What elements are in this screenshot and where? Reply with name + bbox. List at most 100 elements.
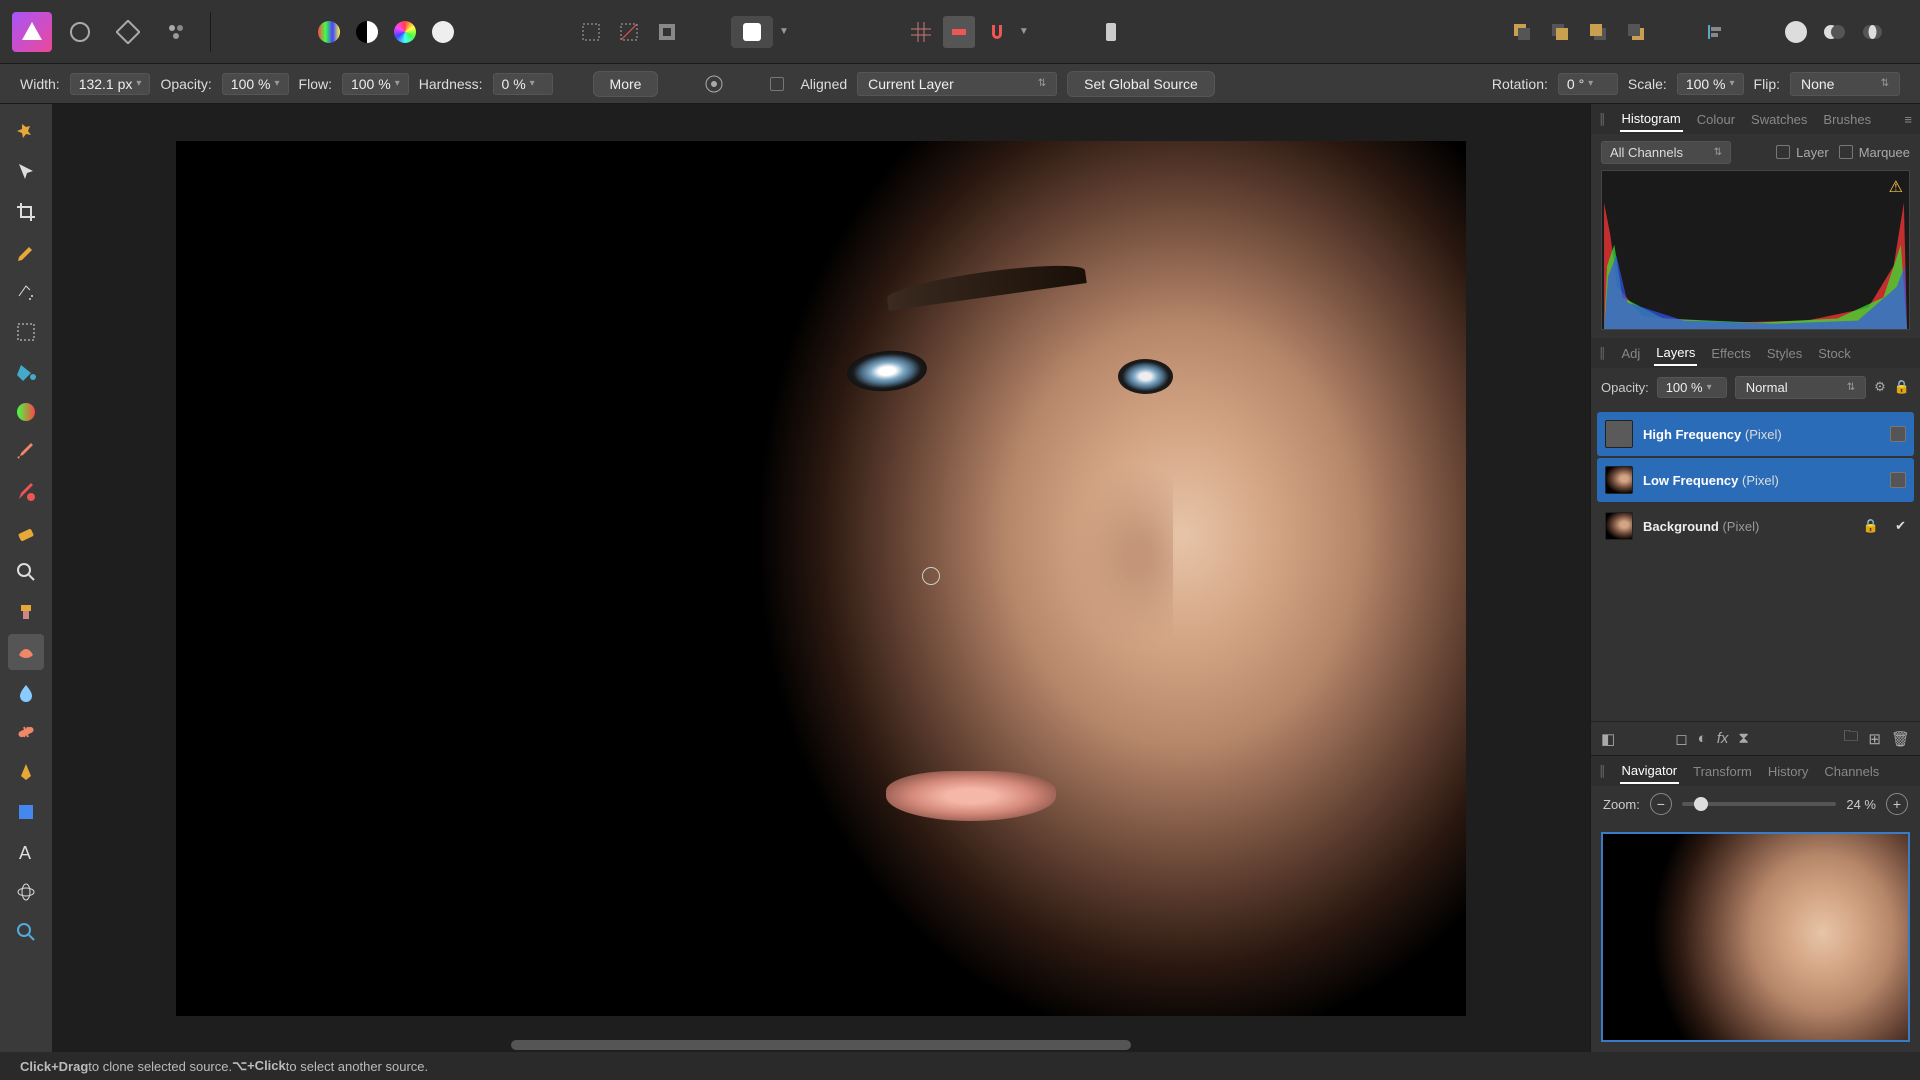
marquee-tool-icon[interactable] xyxy=(8,314,44,350)
add-layer-icon[interactable]: ⊞ xyxy=(1868,730,1881,748)
zoom-slider[interactable] xyxy=(1682,802,1837,806)
live-filter-icon[interactable]: ⧗ xyxy=(1738,730,1749,747)
add-icon[interactable] xyxy=(1780,16,1812,48)
fx-layer-icon[interactable]: fx xyxy=(1717,730,1729,747)
export-persona-icon[interactable] xyxy=(156,12,196,52)
zoom-in-button[interactable]: + xyxy=(1886,793,1908,815)
move-tool-icon[interactable] xyxy=(8,154,44,190)
opacity-field[interactable]: 100 %▾ xyxy=(222,73,289,95)
tab-navigator[interactable]: Navigator xyxy=(1620,759,1680,784)
layer-row[interactable]: Low Frequency (Pixel) xyxy=(1597,458,1914,502)
zoom-tool-icon[interactable] xyxy=(8,554,44,590)
tab-stock[interactable]: Stock xyxy=(1816,342,1853,365)
subtract-icon[interactable] xyxy=(1818,16,1850,48)
width-field[interactable]: 132.1 px▾ xyxy=(70,73,151,95)
marquee-checkbox[interactable] xyxy=(1839,145,1853,159)
chevron-down-icon[interactable]: ▼ xyxy=(779,26,789,37)
zoom-out-button[interactable]: − xyxy=(1650,793,1672,815)
layer-row[interactable]: High Frequency (Pixel) xyxy=(1597,412,1914,456)
blur-tool-icon[interactable] xyxy=(8,674,44,710)
erase-brush-tool-icon[interactable] xyxy=(8,514,44,550)
layer-row[interactable]: Background (Pixel) 🔒 ✔ xyxy=(1597,504,1914,548)
view-tool-icon[interactable] xyxy=(8,114,44,150)
rotation-field[interactable]: 0 °▾ xyxy=(1558,73,1618,95)
flood-fill-tool-icon[interactable] xyxy=(8,354,44,390)
mask-layer-icon[interactable]: ◻ xyxy=(1675,730,1687,748)
delete-layer-icon[interactable]: 🗑 xyxy=(1891,730,1910,748)
panel-grip-icon[interactable]: ∥ xyxy=(1599,345,1604,361)
arrange-backward-icon[interactable] xyxy=(1582,16,1614,48)
magnet-icon[interactable] xyxy=(981,16,1013,48)
auto-contrast-icon[interactable] xyxy=(351,16,383,48)
flip-select[interactable]: None⇅ xyxy=(1790,72,1900,96)
tab-effects[interactable]: Effects xyxy=(1709,342,1753,365)
arrange-forward-icon[interactable] xyxy=(1544,16,1576,48)
photo-persona-icon[interactable] xyxy=(12,12,52,52)
rectangle-tool-icon[interactable] xyxy=(8,794,44,830)
clone-brush-tool-icon[interactable] xyxy=(8,594,44,630)
scale-field[interactable]: 100 %▾ xyxy=(1677,73,1744,95)
colour-picker-tool-icon[interactable] xyxy=(8,914,44,950)
panel-menu-icon[interactable]: ≡ xyxy=(1904,112,1912,127)
tab-colour[interactable]: Colour xyxy=(1695,108,1737,131)
paint-brush-tool-icon[interactable] xyxy=(8,434,44,470)
pen-tool-icon[interactable] xyxy=(8,754,44,790)
tab-swatches[interactable]: Swatches xyxy=(1749,108,1809,131)
tab-transform[interactable]: Transform xyxy=(1691,760,1754,783)
crop-tool-icon[interactable] xyxy=(8,194,44,230)
histogram-channel-select[interactable]: All Channels⇅ xyxy=(1601,141,1731,164)
arrange-back-icon[interactable] xyxy=(1620,16,1652,48)
flood-select-tool-icon[interactable] xyxy=(8,274,44,310)
snap-icon[interactable] xyxy=(943,16,975,48)
adjustment-layer-icon[interactable]: ◐ xyxy=(1698,730,1707,747)
auto-white-balance-icon[interactable] xyxy=(427,16,459,48)
blend-mode-select[interactable]: Normal⇅ xyxy=(1735,376,1866,399)
gear-icon[interactable]: ⚙ xyxy=(1874,379,1886,395)
group-layers-icon[interactable]: 🗀 xyxy=(1843,726,1858,751)
check-icon[interactable]: ✔ xyxy=(1895,518,1906,534)
horizontal-scrollbar[interactable] xyxy=(511,1040,1131,1050)
chevron-down-icon[interactable]: ▼ xyxy=(1019,26,1029,37)
navigator-preview[interactable] xyxy=(1601,832,1910,1042)
visibility-checkbox[interactable] xyxy=(1890,472,1906,488)
inpainting-brush-tool-icon[interactable] xyxy=(8,714,44,750)
paint-mixer-brush-icon[interactable] xyxy=(8,474,44,510)
tab-channels[interactable]: Channels xyxy=(1822,760,1881,783)
visibility-checkbox[interactable] xyxy=(1890,426,1906,442)
intersect-icon[interactable] xyxy=(1856,16,1888,48)
more-button[interactable]: More xyxy=(593,71,659,97)
gradient-tool-icon[interactable] xyxy=(8,394,44,430)
hardness-field[interactable]: 0 %▾ xyxy=(493,73,553,95)
assistant-icon[interactable] xyxy=(1095,16,1127,48)
tab-brushes[interactable]: Brushes xyxy=(1821,108,1873,131)
selection-brush-tool-icon[interactable] xyxy=(8,234,44,270)
selection-deselect-icon[interactable] xyxy=(613,16,645,48)
tab-layers[interactable]: Layers xyxy=(1654,341,1697,366)
canvas[interactable] xyxy=(52,104,1590,1052)
flow-field[interactable]: 100 %▾ xyxy=(342,73,409,95)
lock-icon[interactable]: 🔒 xyxy=(1894,379,1910,395)
healing-brush-tool-icon[interactable] xyxy=(8,634,44,670)
quick-mask-icon[interactable] xyxy=(731,16,773,48)
tab-history[interactable]: History xyxy=(1766,760,1810,783)
panel-grip-icon[interactable]: ∥ xyxy=(1599,763,1604,779)
develop-persona-icon[interactable] xyxy=(108,12,148,52)
source-layer-select[interactable]: Current Layer⇅ xyxy=(857,72,1057,96)
layer-opacity-field[interactable]: 100 %▾ xyxy=(1657,377,1727,398)
arrange-front-icon[interactable] xyxy=(1506,16,1538,48)
tab-adjustments[interactable]: Adj xyxy=(1620,342,1643,365)
stabilizer-icon[interactable] xyxy=(698,68,730,100)
selection-rectangle-icon[interactable] xyxy=(575,16,607,48)
selection-invert-icon[interactable] xyxy=(651,16,683,48)
panel-grip-icon[interactable]: ∥ xyxy=(1599,111,1604,127)
set-global-source-button[interactable]: Set Global Source xyxy=(1067,71,1215,97)
tab-styles[interactable]: Styles xyxy=(1765,342,1804,365)
liquify-persona-icon[interactable] xyxy=(60,12,100,52)
mesh-warp-tool-icon[interactable] xyxy=(8,874,44,910)
tab-histogram[interactable]: Histogram xyxy=(1620,107,1683,132)
grid-icon[interactable] xyxy=(905,16,937,48)
text-tool-icon[interactable]: A xyxy=(8,834,44,870)
layer-blend-ranges-icon[interactable]: ◧ xyxy=(1601,730,1615,748)
aligned-checkbox[interactable] xyxy=(770,77,784,91)
align-icon[interactable] xyxy=(1700,16,1732,48)
